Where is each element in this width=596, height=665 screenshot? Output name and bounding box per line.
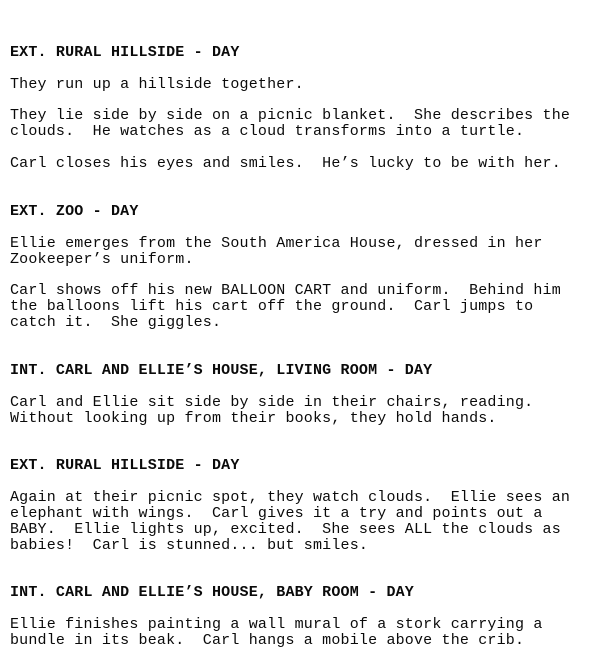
action-paragraph: Carl and Ellie sit side by side in their…: [10, 393, 596, 427]
action-line: Zookeeper’s uniform.: [10, 250, 194, 268]
action-paragraph: They lie side by side on a picnic blanke…: [10, 108, 596, 140]
action-line: bundle in its beak. Carl hangs a mobile …: [10, 632, 525, 650]
action-line: They lie side by side on a picnic blanke…: [10, 107, 571, 125]
action-paragraph: They run up a hillside together.: [10, 75, 596, 93]
action-line: Carl closes his eyes and smiles. He’s lu…: [10, 155, 561, 173]
action-line: babies! Carl is stunned... but smiles.: [10, 536, 369, 554]
action-paragraph: Ellie emerges from the South America Hou…: [10, 234, 596, 268]
action-line: Again at their picnic spot, they watch c…: [10, 489, 571, 507]
scene-heading: INT. CARL AND ELLIE’S HOUSE, BABY ROOM -…: [10, 584, 414, 602]
scene-block: INT. CARL AND ELLIE’S HOUSE, LIVING ROOM…: [10, 361, 596, 427]
action-line: elephant with wings. Carl gives it a try…: [10, 504, 543, 522]
action-line: Ellie emerges from the South America Hou…: [10, 234, 543, 252]
action-paragraph: Ellie finishes painting a wall mural of …: [10, 617, 596, 649]
action-line: clouds. He watches as a cloud transforms…: [10, 123, 525, 141]
action-line: Carl shows off his new BALLOON CART and …: [10, 282, 561, 300]
scene-heading: EXT. ZOO - DAY: [10, 202, 139, 220]
scene-block: EXT. RURAL HILLSIDE - DAY They run up a h…: [10, 43, 596, 172]
scene-block: EXT. RURAL HILLSIDE - DAY Again at their …: [10, 458, 596, 553]
action-line: Ellie finishes painting a wall mural of …: [10, 616, 543, 634]
action-paragraph: Carl shows off his new BALLOON CART and …: [10, 283, 596, 331]
action-line: Without looking up from their books, the…: [10, 409, 497, 427]
scene-heading: INT. CARL AND ELLIE’S HOUSE, LIVING ROOM…: [10, 361, 433, 379]
scene-heading: EXT. RURAL HILLSIDE - DAY: [10, 43, 240, 61]
action-line: catch it. She giggles.: [10, 314, 222, 332]
action-paragraph: Carl closes his eyes and smiles. He’s lu…: [10, 156, 596, 172]
action-line: Carl and Ellie sit side by side in their…: [10, 393, 534, 411]
scene-block: EXT. ZOO - DAY Ellie emerges from the Sou…: [10, 202, 596, 331]
action-line: They run up a hillside together.: [10, 75, 304, 93]
screenplay-page: EXT. RURAL HILLSIDE - DAY They run up a h…: [0, 0, 596, 649]
scene-list: EXT. RURAL HILLSIDE - DAY They run up a h…: [10, 43, 596, 649]
scene-heading: EXT. RURAL HILLSIDE - DAY: [10, 457, 240, 475]
action-line: BABY. Ellie lights up, excited. She sees…: [10, 520, 561, 538]
scene-block: INT. CARL AND ELLIE’S HOUSE, BABY ROOM -…: [10, 585, 596, 649]
action-paragraph: Again at their picnic spot, they watch c…: [10, 490, 596, 554]
action-line: the balloons lift his cart off the groun…: [10, 298, 534, 316]
